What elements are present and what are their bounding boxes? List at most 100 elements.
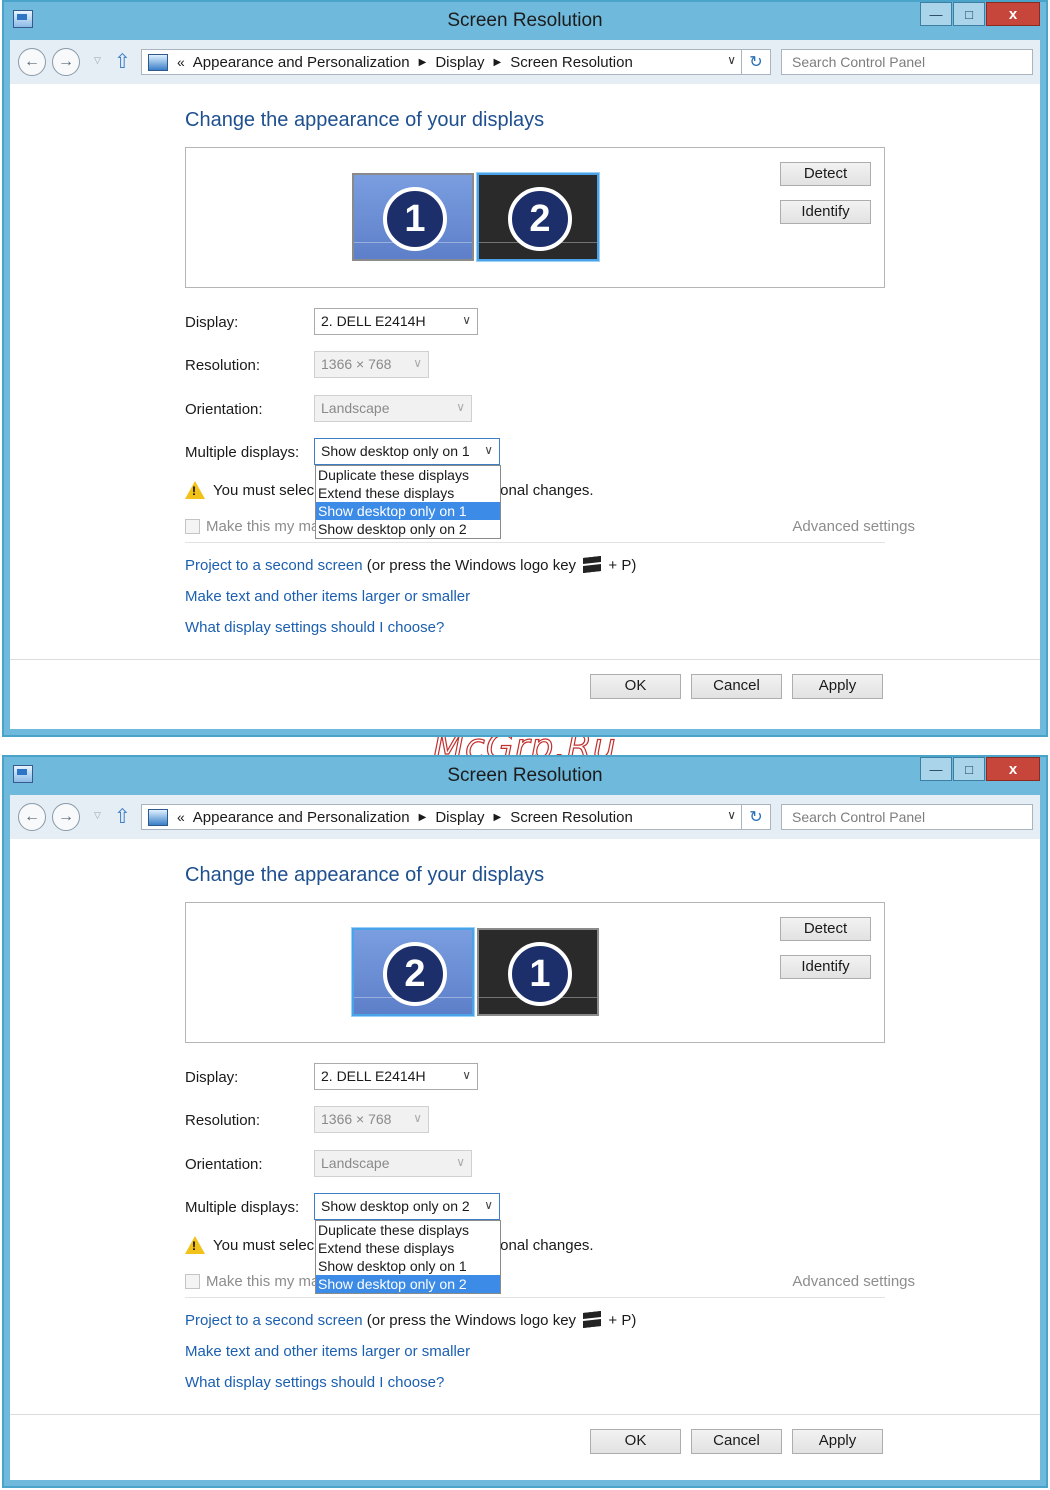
ok-button[interactable]: OK [590,1429,681,1454]
address-dropdown-icon[interactable]: ∨ [727,808,736,822]
orientation-select[interactable]: Landscape ∨ [314,1150,472,1177]
back-button[interactable]: ← [18,803,46,831]
breadcrumb-appearance[interactable]: Appearance and Personalization [193,54,410,71]
title-bar[interactable]: Screen Resolution — □ x [4,757,1046,795]
search-input[interactable]: Search Control Panel [781,49,1033,75]
maximize-button[interactable]: □ [953,2,985,26]
breadcrumb-separator-icon[interactable]: ▶ [494,57,502,68]
navigation-bar: ← → ▽ ⇧ « Appearance and Personalization… [10,795,1040,839]
monitor-preview[interactable]: 2 [352,928,474,1016]
main-display-checkbox[interactable]: Make this my ma [185,518,319,535]
checkbox-label: Make this my ma [206,518,320,535]
close-button[interactable]: x [986,757,1040,781]
breadcrumb-screen-resolution[interactable]: Screen Resolution [510,54,633,71]
monitor-number: 1 [383,187,447,251]
forward-button[interactable]: → [52,803,80,831]
warning-text-start: You must selec [213,481,315,499]
chevron-down-icon: ∨ [413,1111,422,1125]
search-input[interactable]: Search Control Panel [781,804,1033,830]
address-dropdown-icon[interactable]: ∨ [727,53,736,67]
monitor-preview[interactable]: 1 [477,928,599,1016]
detect-button[interactable]: Detect [780,162,871,186]
breadcrumb-screen-resolution[interactable]: Screen Resolution [510,809,633,826]
back-button[interactable]: ← [18,48,46,76]
footer-divider [10,1414,1040,1415]
menu-option-only-2[interactable]: Show desktop only on 2 [316,1275,500,1293]
resolution-value: 1366 × 768 [321,356,392,372]
advanced-settings-link[interactable]: Advanced settings [792,518,915,535]
project-link[interactable]: Project to a second screen [185,557,363,574]
main-display-checkbox[interactable]: Make this my ma [185,1273,319,1290]
up-arrow-icon[interactable]: ⇧ [114,49,131,74]
minimize-button[interactable]: — [920,2,952,26]
recent-locations-chevron-icon[interactable]: ▽ [94,55,101,66]
screen-resolution-window: Screen Resolution — □ x ← → ▽ ⇧ « Appear… [2,0,1048,737]
multiple-displays-select[interactable]: Show desktop only on 2 ∨ [314,1193,500,1220]
monitor-preview[interactable]: 2 [477,173,599,261]
menu-option-extend[interactable]: Extend these displays [316,484,500,502]
breadcrumb-separator-icon[interactable]: ▶ [419,812,427,823]
identify-button[interactable]: Identify [780,955,871,979]
warning-text-start: You must selec [213,1236,315,1254]
cancel-button[interactable]: Cancel [691,674,782,699]
menu-option-only-1[interactable]: Show desktop only on 1 [316,1257,500,1275]
address-bar[interactable]: « Appearance and Personalization ▶ Displ… [141,49,771,75]
divider [185,542,885,543]
menu-option-only-1[interactable]: Show desktop only on 1 [316,502,500,520]
breadcrumb-overflow-icon[interactable]: « [177,809,185,825]
content-area: Change the appearance of your displays 1… [10,84,1040,729]
maximize-button[interactable]: □ [953,757,985,781]
content-area: Change the appearance of your displays 2… [10,839,1040,1480]
minimize-button[interactable]: — [920,757,952,781]
breadcrumb-display[interactable]: Display [435,809,484,826]
menu-option-duplicate[interactable]: Duplicate these displays [316,1221,500,1239]
breadcrumb-separator-icon[interactable]: ▶ [419,57,427,68]
project-hint: (or press the Windows logo key [366,1312,577,1329]
help-link[interactable]: What display settings should I choose? [185,619,444,636]
chevron-down-icon: ∨ [462,1068,471,1082]
close-button[interactable]: x [986,2,1040,26]
apply-button[interactable]: Apply [792,1429,883,1454]
help-link[interactable]: What display settings should I choose? [185,1374,444,1391]
project-line: Project to a second screen (or press the… [185,1311,636,1329]
resolution-select[interactable]: 1366 × 768 ∨ [314,1106,429,1133]
recent-locations-chevron-icon[interactable]: ▽ [94,810,101,821]
display-select[interactable]: 2. DELL E2414H ∨ [314,1063,478,1090]
monitor-preview[interactable]: 1 [352,173,474,261]
detect-button[interactable]: Detect [780,917,871,941]
address-bar[interactable]: « Appearance and Personalization ▶ Displ… [141,804,771,830]
breadcrumb-display[interactable]: Display [435,54,484,71]
breadcrumb-appearance[interactable]: Appearance and Personalization [193,809,410,826]
refresh-icon[interactable]: ↻ [741,805,770,829]
menu-option-duplicate[interactable]: Duplicate these displays [316,466,500,484]
caption-buttons: — □ x [919,2,1040,26]
text-size-link[interactable]: Make text and other items larger or smal… [185,588,470,605]
display-select[interactable]: 2. DELL E2414H ∨ [314,308,478,335]
breadcrumb-separator-icon[interactable]: ▶ [494,812,502,823]
menu-option-only-2[interactable]: Show desktop only on 2 [316,520,500,538]
ok-button[interactable]: OK [590,674,681,699]
up-arrow-icon[interactable]: ⇧ [114,804,131,829]
checkbox-label: Make this my ma [206,1273,320,1290]
resolution-select[interactable]: 1366 × 768 ∨ [314,351,429,378]
identify-button[interactable]: Identify [780,200,871,224]
advanced-settings-link[interactable]: Advanced settings [792,1273,915,1290]
breadcrumb-overflow-icon[interactable]: « [177,54,185,70]
text-size-link[interactable]: Make text and other items larger or smal… [185,1343,470,1360]
window-title: Screen Resolution [447,10,603,31]
project-link[interactable]: Project to a second screen [185,1312,363,1329]
checkbox-box[interactable] [185,519,200,534]
chevron-down-icon: ∨ [484,443,493,457]
orientation-select[interactable]: Landscape ∨ [314,395,472,422]
menu-option-extend[interactable]: Extend these displays [316,1239,500,1257]
refresh-icon[interactable]: ↻ [741,50,770,74]
cancel-button[interactable]: Cancel [691,1429,782,1454]
orientation-label: Orientation: [185,401,263,418]
forward-button[interactable]: → [52,48,80,76]
resolution-value: 1366 × 768 [321,1111,392,1127]
apply-button[interactable]: Apply [792,674,883,699]
multiple-displays-label: Multiple displays: [185,1199,300,1216]
multiple-displays-select[interactable]: Show desktop only on 1 ∨ [314,438,500,465]
checkbox-box[interactable] [185,1274,200,1289]
title-bar[interactable]: Screen Resolution — □ x [4,2,1046,40]
